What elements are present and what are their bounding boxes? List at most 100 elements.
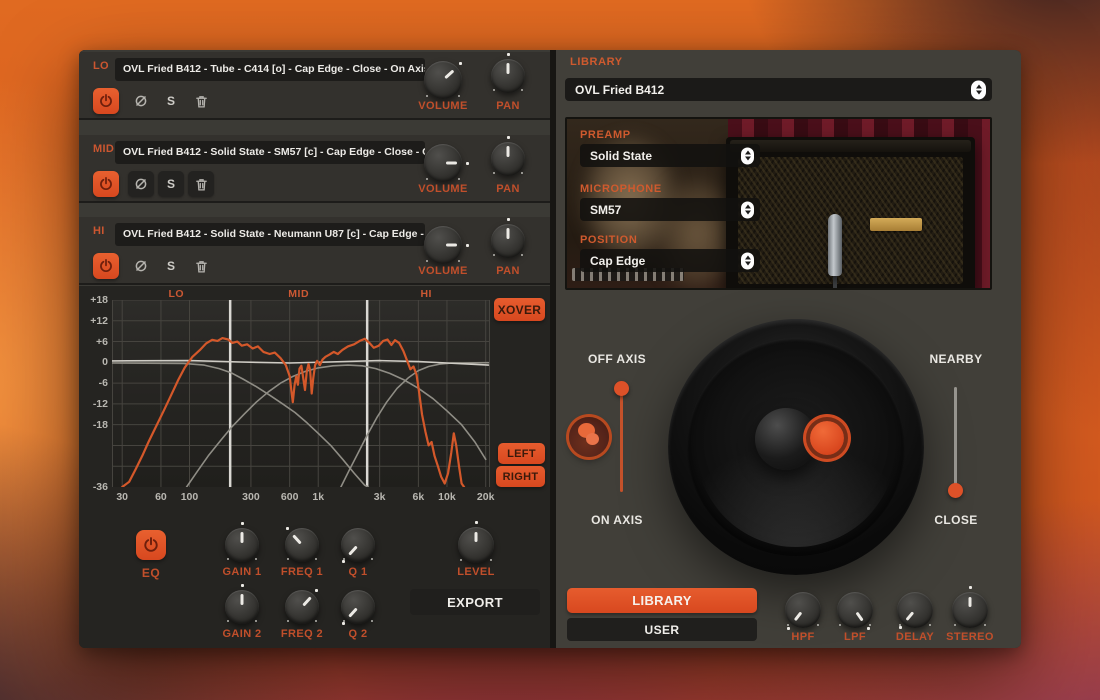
phase-button-mid[interactable] [128,171,154,197]
phase-button-lo[interactable] [128,88,154,114]
delete-button-lo[interactable] [188,88,214,114]
channel-strip-mid[interactable]: MID OVL Fried B412 - Solid State - SM57 … [79,135,550,203]
axis-knob[interactable] [569,417,609,457]
axis-slider-track[interactable] [620,387,623,492]
right-channel-button[interactable]: RIGHT [496,466,545,487]
level-knob[interactable] [458,527,494,563]
hpf-label: HPF [773,631,833,643]
eq-label: EQ [131,566,171,580]
knob-tick-dot [969,586,972,589]
knob-tick-dot [899,626,902,629]
q2-knob[interactable] [341,590,375,624]
phase-button-hi[interactable] [128,253,154,279]
preamp-select-value: Solid State [590,149,652,163]
export-button[interactable]: EXPORT [410,589,540,615]
knob-tick-dot [475,521,478,524]
y-tick-label: +18 [81,294,108,306]
stepper-icon[interactable] [741,252,754,269]
library-select[interactable]: OVL Fried B412 [565,78,992,101]
on-axis-label: ON AXIS [577,513,657,527]
knob-tick-dot [466,162,469,165]
power-button-hi[interactable] [93,253,119,279]
pan-knob-mid[interactable] [491,142,525,176]
delay-label: DELAY [885,631,945,643]
x-tick-label: 3k [365,491,395,503]
knob-tick-dot [342,622,345,625]
channel-strip-hi[interactable]: HI OVL Fried B412 - Solid State - Neuman… [79,217,550,285]
library-select-value: OVL Fried B412 [575,83,664,97]
distance-slider-track[interactable] [954,387,957,492]
gain2-label: GAIN 2 [212,628,272,640]
eq-power-button[interactable] [136,530,166,560]
q1-knob[interactable] [341,528,375,562]
position-select[interactable]: Cap Edge [580,249,760,272]
position-select-value: Cap Edge [590,254,645,268]
eq-plot-svg [112,300,490,487]
eq-graph[interactable] [112,300,490,487]
nearby-label: NEARBY [916,352,996,366]
power-button-lo[interactable] [93,88,119,114]
axis-slider-handle[interactable] [614,381,629,396]
speaker-cone[interactable] [668,319,924,575]
y-tick-label: -18 [81,419,108,431]
delete-button-mid[interactable] [188,171,214,197]
microphone-select[interactable]: SM57 [580,198,760,221]
ir-name-field-lo[interactable]: OVL Fried B412 - Tube - C414 [o] - Cap E… [115,58,425,81]
solo-button-lo[interactable]: S [158,88,184,114]
stepper-icon[interactable] [741,201,754,218]
knob-pointer [491,59,525,93]
knob-tick-dot [787,627,790,630]
solo-label: S [167,94,175,108]
volume-knob-lo[interactable] [424,61,462,99]
power-button-mid[interactable] [93,171,119,197]
q2-label: Q 2 [328,628,388,640]
x-tick-label: 100 [174,491,204,503]
channel-strip-lo[interactable]: LO OVL Fried B412 - Tube - C414 [o] - Ca… [79,52,550,120]
band-label-hi: HI [93,225,105,237]
gain1-knob[interactable] [225,528,259,562]
preamp-select[interactable]: Solid State [580,144,760,167]
ir-name-field-mid[interactable]: OVL Fried B412 - Solid State - SM57 [c] … [115,141,425,164]
gain2-knob[interactable] [225,590,259,624]
hpf-knob[interactable] [785,592,821,628]
freq2-knob[interactable] [285,590,319,624]
volume-knob-mid[interactable] [424,144,462,182]
knob-pointer [424,144,462,182]
stereo-knob[interactable] [952,592,988,628]
trash-icon [194,94,209,109]
stepper-icon[interactable] [741,147,754,164]
xover-button[interactable]: XOVER [494,298,545,321]
graph-band-label: LO [156,288,196,300]
trash-icon [194,177,209,192]
freq2-label: FREQ 2 [272,628,332,640]
preamp-label: PREAMP [580,129,631,141]
distance-slider-handle[interactable] [948,483,963,498]
knob-tick-dot [459,62,462,65]
power-icon [98,258,114,274]
left-channel-button[interactable]: LEFT [498,443,545,464]
x-tick-label: 20k [471,491,501,503]
delay-knob[interactable] [897,592,933,628]
freq1-knob[interactable] [285,528,319,562]
volume-knob-hi[interactable] [424,226,462,264]
lpf-knob[interactable] [837,592,873,628]
stepper-icon[interactable] [971,80,986,99]
knob-pointer [225,528,259,562]
pan-knob-label: PAN [478,100,538,112]
phase-icon [133,258,149,274]
mic-position-dot[interactable] [810,421,844,455]
ir-name-field-hi[interactable]: OVL Fried B412 - Solid State - Neumann U… [115,223,425,246]
solo-button-mid[interactable]: S [158,171,184,197]
pan-knob-hi[interactable] [491,224,525,258]
solo-button-hi[interactable]: S [158,253,184,279]
pan-knob-lo[interactable] [491,59,525,93]
tab-library[interactable]: LIBRARY [567,588,757,613]
trash-icon [194,259,209,274]
pan-knob-label: PAN [478,183,538,195]
graph-band-label: HI [406,288,446,300]
position-label: POSITION [580,234,637,246]
y-tick-label: -12 [81,398,108,410]
knob-tick-dot [507,136,510,139]
delete-button-hi[interactable] [188,253,214,279]
tab-user[interactable]: USER [567,618,757,641]
